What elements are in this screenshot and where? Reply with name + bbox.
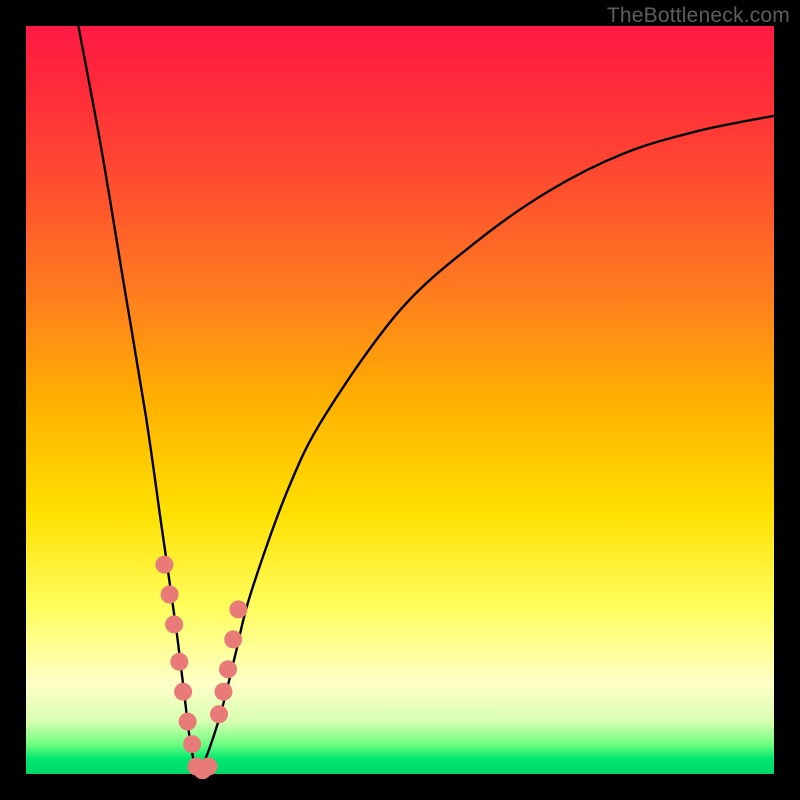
marker-dot [183,735,201,753]
marker-dot [165,615,183,633]
marker-dot [215,683,233,701]
marker-dot [174,683,192,701]
marker-dot [200,758,218,776]
chart-svg [26,26,774,774]
marker-dot [170,653,188,671]
watermark-text: TheBottleneck.com [607,4,790,28]
highlighted-points [155,556,247,780]
marker-dot [155,556,173,574]
marker-dot [179,713,197,731]
marker-dot [161,586,179,604]
chart-frame: TheBottleneck.com [0,0,800,800]
marker-dot [229,600,247,618]
plot-area [26,26,774,774]
marker-dot [210,705,228,723]
marker-dot [224,630,242,648]
marker-dot [219,660,237,678]
